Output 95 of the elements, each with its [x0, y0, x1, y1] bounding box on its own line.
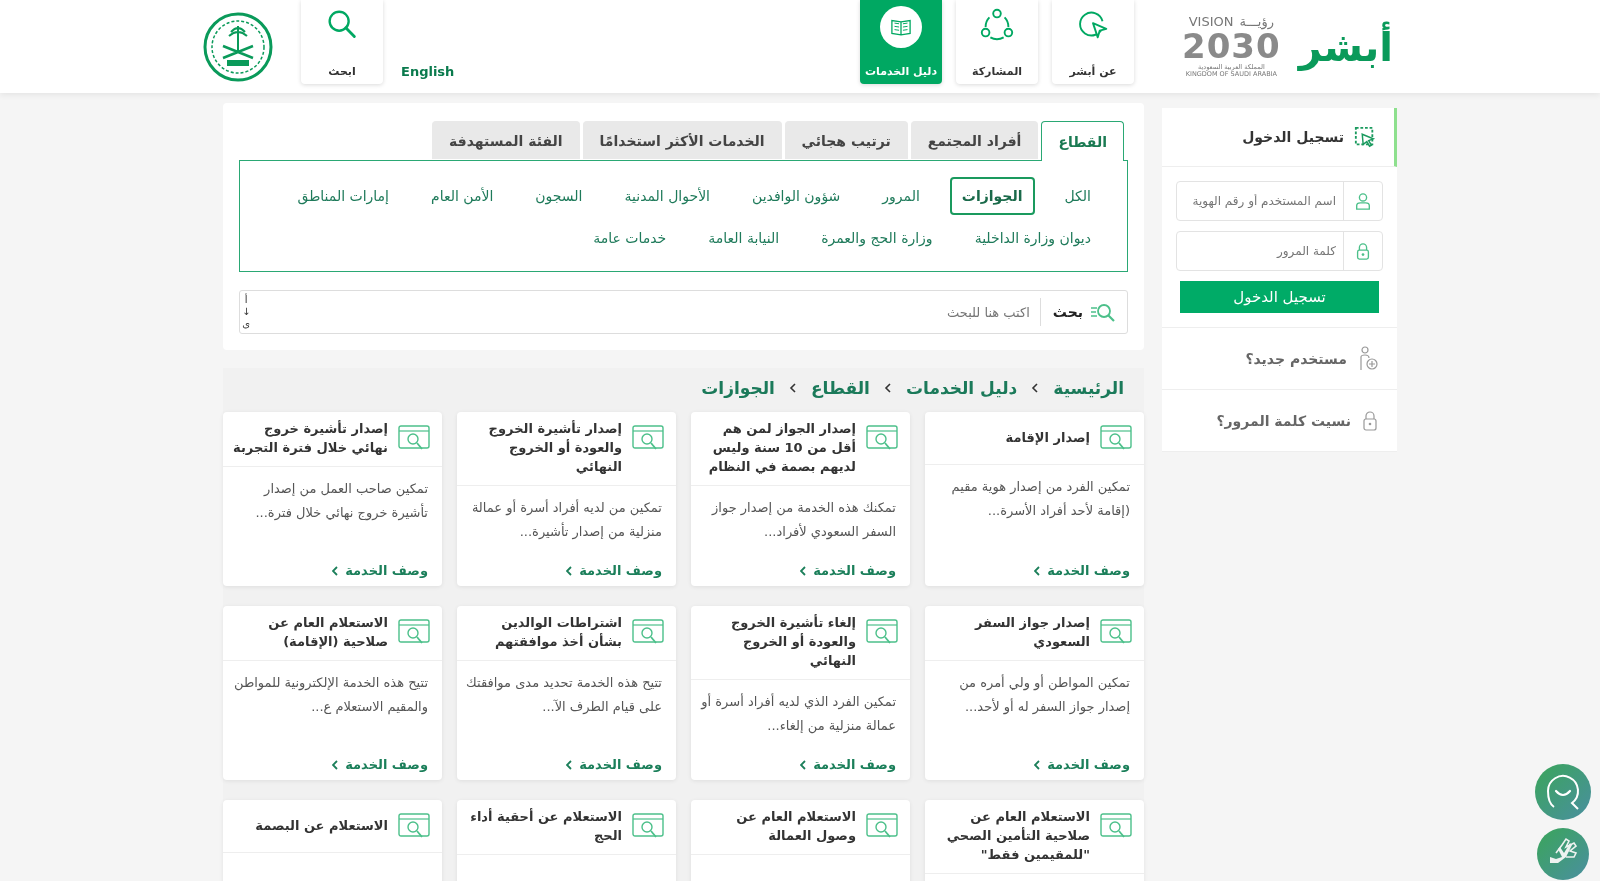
login-button[interactable]: تسجيل الدخول [1180, 281, 1379, 313]
chevron-icon [332, 565, 340, 576]
chat-assistant-icon[interactable] [1534, 763, 1592, 821]
chevron-icon [788, 382, 797, 394]
card-description: تمكنك هذه الخدمة من إصدار جواز السفر السعودي لأفراد... [710, 498, 896, 542]
filter-tab[interactable]: ترتيب هجائي [784, 121, 908, 159]
category-tab[interactable]: وزارة الحج والعمرة [809, 219, 945, 257]
card-description: تتيح هذه الخدمة تحديد مدى موافقتك على قيام الطرف الآ... [465, 673, 662, 716]
search-icon [1089, 302, 1117, 322]
service-description-link[interactable]: وصف الخدمة [813, 757, 896, 772]
card-title[interactable]: الاستعلام عن البصمة [255, 816, 388, 836]
service-description-link[interactable]: وصف الخدمة [1047, 757, 1130, 772]
password-field[interactable]: كلمة المرور [1176, 231, 1383, 271]
category-tab[interactable]: السجون [523, 177, 595, 215]
user-icon [1354, 192, 1372, 210]
card-title[interactable]: اشتراطات الوالدين بشأن أخذ موافقتهم [465, 614, 622, 652]
card-description: تمكين من لديه أفراد أسرة أو عمالة منزلية من إصدار تأشيرة... [470, 498, 662, 542]
window-search-icon [1100, 425, 1132, 451]
chevron-icon [883, 382, 892, 394]
chevron-icon [1031, 382, 1040, 394]
language-link[interactable]: English [401, 64, 455, 79]
sort-button[interactable]: أ ↓ ى [240, 294, 253, 330]
card-title[interactable]: إصدار تأشيرة خروج نهائي خلال فترة التجربة [231, 420, 388, 458]
category-tab[interactable]: المرور [870, 177, 932, 215]
absher-logo[interactable]: أبشر [1294, 14, 1397, 79]
nav-tab[interactable]: عن أبشر [1052, 0, 1135, 84]
nav-tab[interactable]: دليل الخدمات [860, 0, 943, 84]
search-field[interactable]: بحث اكتب هنا للبحث أ ↓ ى [239, 290, 1128, 334]
card-title[interactable]: الاستعلام العام عن صلاحية التأمين الصحي "للمقيمين فقط" [933, 808, 1090, 865]
window-search-icon [1100, 813, 1132, 839]
breadcrumb-link[interactable]: دليل الخدمات [905, 378, 1018, 398]
service-description-link[interactable]: وصف الخدمة [579, 563, 662, 578]
side-link[interactable]: مستخدم جديد؟ [1245, 350, 1347, 367]
chevron-icon [1034, 565, 1042, 576]
filter-tab[interactable]: أفراد المجتمع [910, 121, 1039, 159]
breadcrumb-link[interactable]: الرئيسية [1053, 378, 1124, 398]
card-description: تمكين صاحب العمل من إصدار تأشيرة خروج نهائي خلال فترة... [254, 479, 428, 523]
add-user-icon [1357, 345, 1379, 372]
window-search-icon [1100, 619, 1132, 645]
card-description: تمكين الفرد الذي لديه أفراد أسرة أو عمالة منزلية من إلغاء... [699, 692, 896, 736]
emblem-icon [203, 11, 273, 82]
card-title[interactable]: إصدار تأشيرة الخروج والعودة أو الخروج النهائي [465, 420, 622, 477]
nav-tab[interactable]: المشاركة [956, 0, 1039, 84]
filter-tab[interactable]: القطاع [1041, 121, 1124, 161]
card-description: تمكين المواطن أو ولي أمره من إصدار جواز السفر له أو لأحد... [958, 673, 1130, 717]
window-search-icon [866, 813, 898, 839]
category-tab[interactable]: الأمن العام [419, 177, 506, 215]
category-tab[interactable]: النيابة العامة [696, 219, 792, 257]
window-search-icon [398, 813, 430, 839]
window-search-icon [398, 425, 430, 451]
chevron-icon [1034, 759, 1042, 770]
category-tab[interactable]: إمارات المناطق [285, 177, 401, 215]
category-tab[interactable]: الأحوال المدنية [612, 177, 722, 215]
chevron-icon [566, 565, 574, 576]
login-title: تسجيل الدخول [1242, 129, 1344, 145]
category-tab[interactable]: خدمات عامة [581, 219, 679, 257]
card-title[interactable]: الاستعلام العام عن صلاحية (الإقامة) [231, 614, 388, 652]
window-search-icon [632, 813, 664, 839]
chevron-icon [800, 759, 808, 770]
service-description-link[interactable]: وصف الخدمة [579, 757, 662, 772]
chevron-icon [800, 565, 808, 576]
window-search-icon [632, 425, 664, 451]
side-link[interactable]: نسيت كلمة المرور؟ [1216, 412, 1351, 429]
filter-tab[interactable]: الفئة المستهدفة [432, 121, 580, 159]
card-title[interactable]: إلغاء تأشيرة الخروج والعودة أو الخروج النهائي [699, 614, 856, 671]
search-button[interactable]: بحث [1039, 298, 1127, 326]
window-search-icon [632, 619, 664, 645]
service-description-link[interactable]: وصف الخدمة [1047, 563, 1130, 578]
service-description-link[interactable]: وصف الخدمة [345, 757, 428, 772]
service-description-link[interactable]: وصف الخدمة [345, 563, 428, 578]
card-title[interactable]: إصدار الجواز لمن هم أقل من 10 سنة وليس لديهم بصمة في النظام [699, 420, 856, 477]
service-description-link[interactable]: وصف الخدمة [813, 563, 896, 578]
window-search-icon [398, 619, 430, 645]
chevron-icon [332, 759, 340, 770]
card-title[interactable]: الاستعلام عن أحقية أداء الحج [465, 808, 622, 846]
lock-icon [1354, 242, 1372, 260]
card-title[interactable]: الاستعلام العام عن وصول العمالة [699, 808, 856, 846]
category-tab[interactable]: الجوازات [949, 177, 1035, 215]
chevron-icon [566, 759, 574, 770]
search-button[interactable]: ابحث [301, 0, 383, 84]
breadcrumb-link[interactable]: القطاع [810, 378, 870, 398]
card-title[interactable]: إصدار الإقامة [1005, 428, 1090, 448]
filter-tab[interactable]: الخدمات الأكثر استخدامًا [582, 121, 782, 159]
card-description: تتيح هذه الخدمة الإلكترونية للمواطن والمقيم الاستعلام ع... [233, 673, 428, 717]
category-tab[interactable]: ديوان وزارة الداخلية [962, 219, 1103, 257]
category-tab[interactable]: الكل [1052, 177, 1103, 215]
window-search-icon [866, 619, 898, 645]
window-search-icon [866, 425, 898, 451]
cursor-select-icon [1354, 126, 1376, 148]
card-description: تمكين الفرد من إصدار هوية مقيم (إقامة لأحد أفراد الأسرة... [950, 478, 1130, 521]
book-icon [880, 6, 923, 48]
category-tab[interactable]: شؤون الوافدين [740, 177, 853, 215]
lock-icon [1361, 409, 1379, 432]
breadcrumb-link[interactable]: الجوازات [701, 378, 775, 398]
card-title[interactable]: إصدار جواز السفر السعودي [933, 614, 1090, 652]
